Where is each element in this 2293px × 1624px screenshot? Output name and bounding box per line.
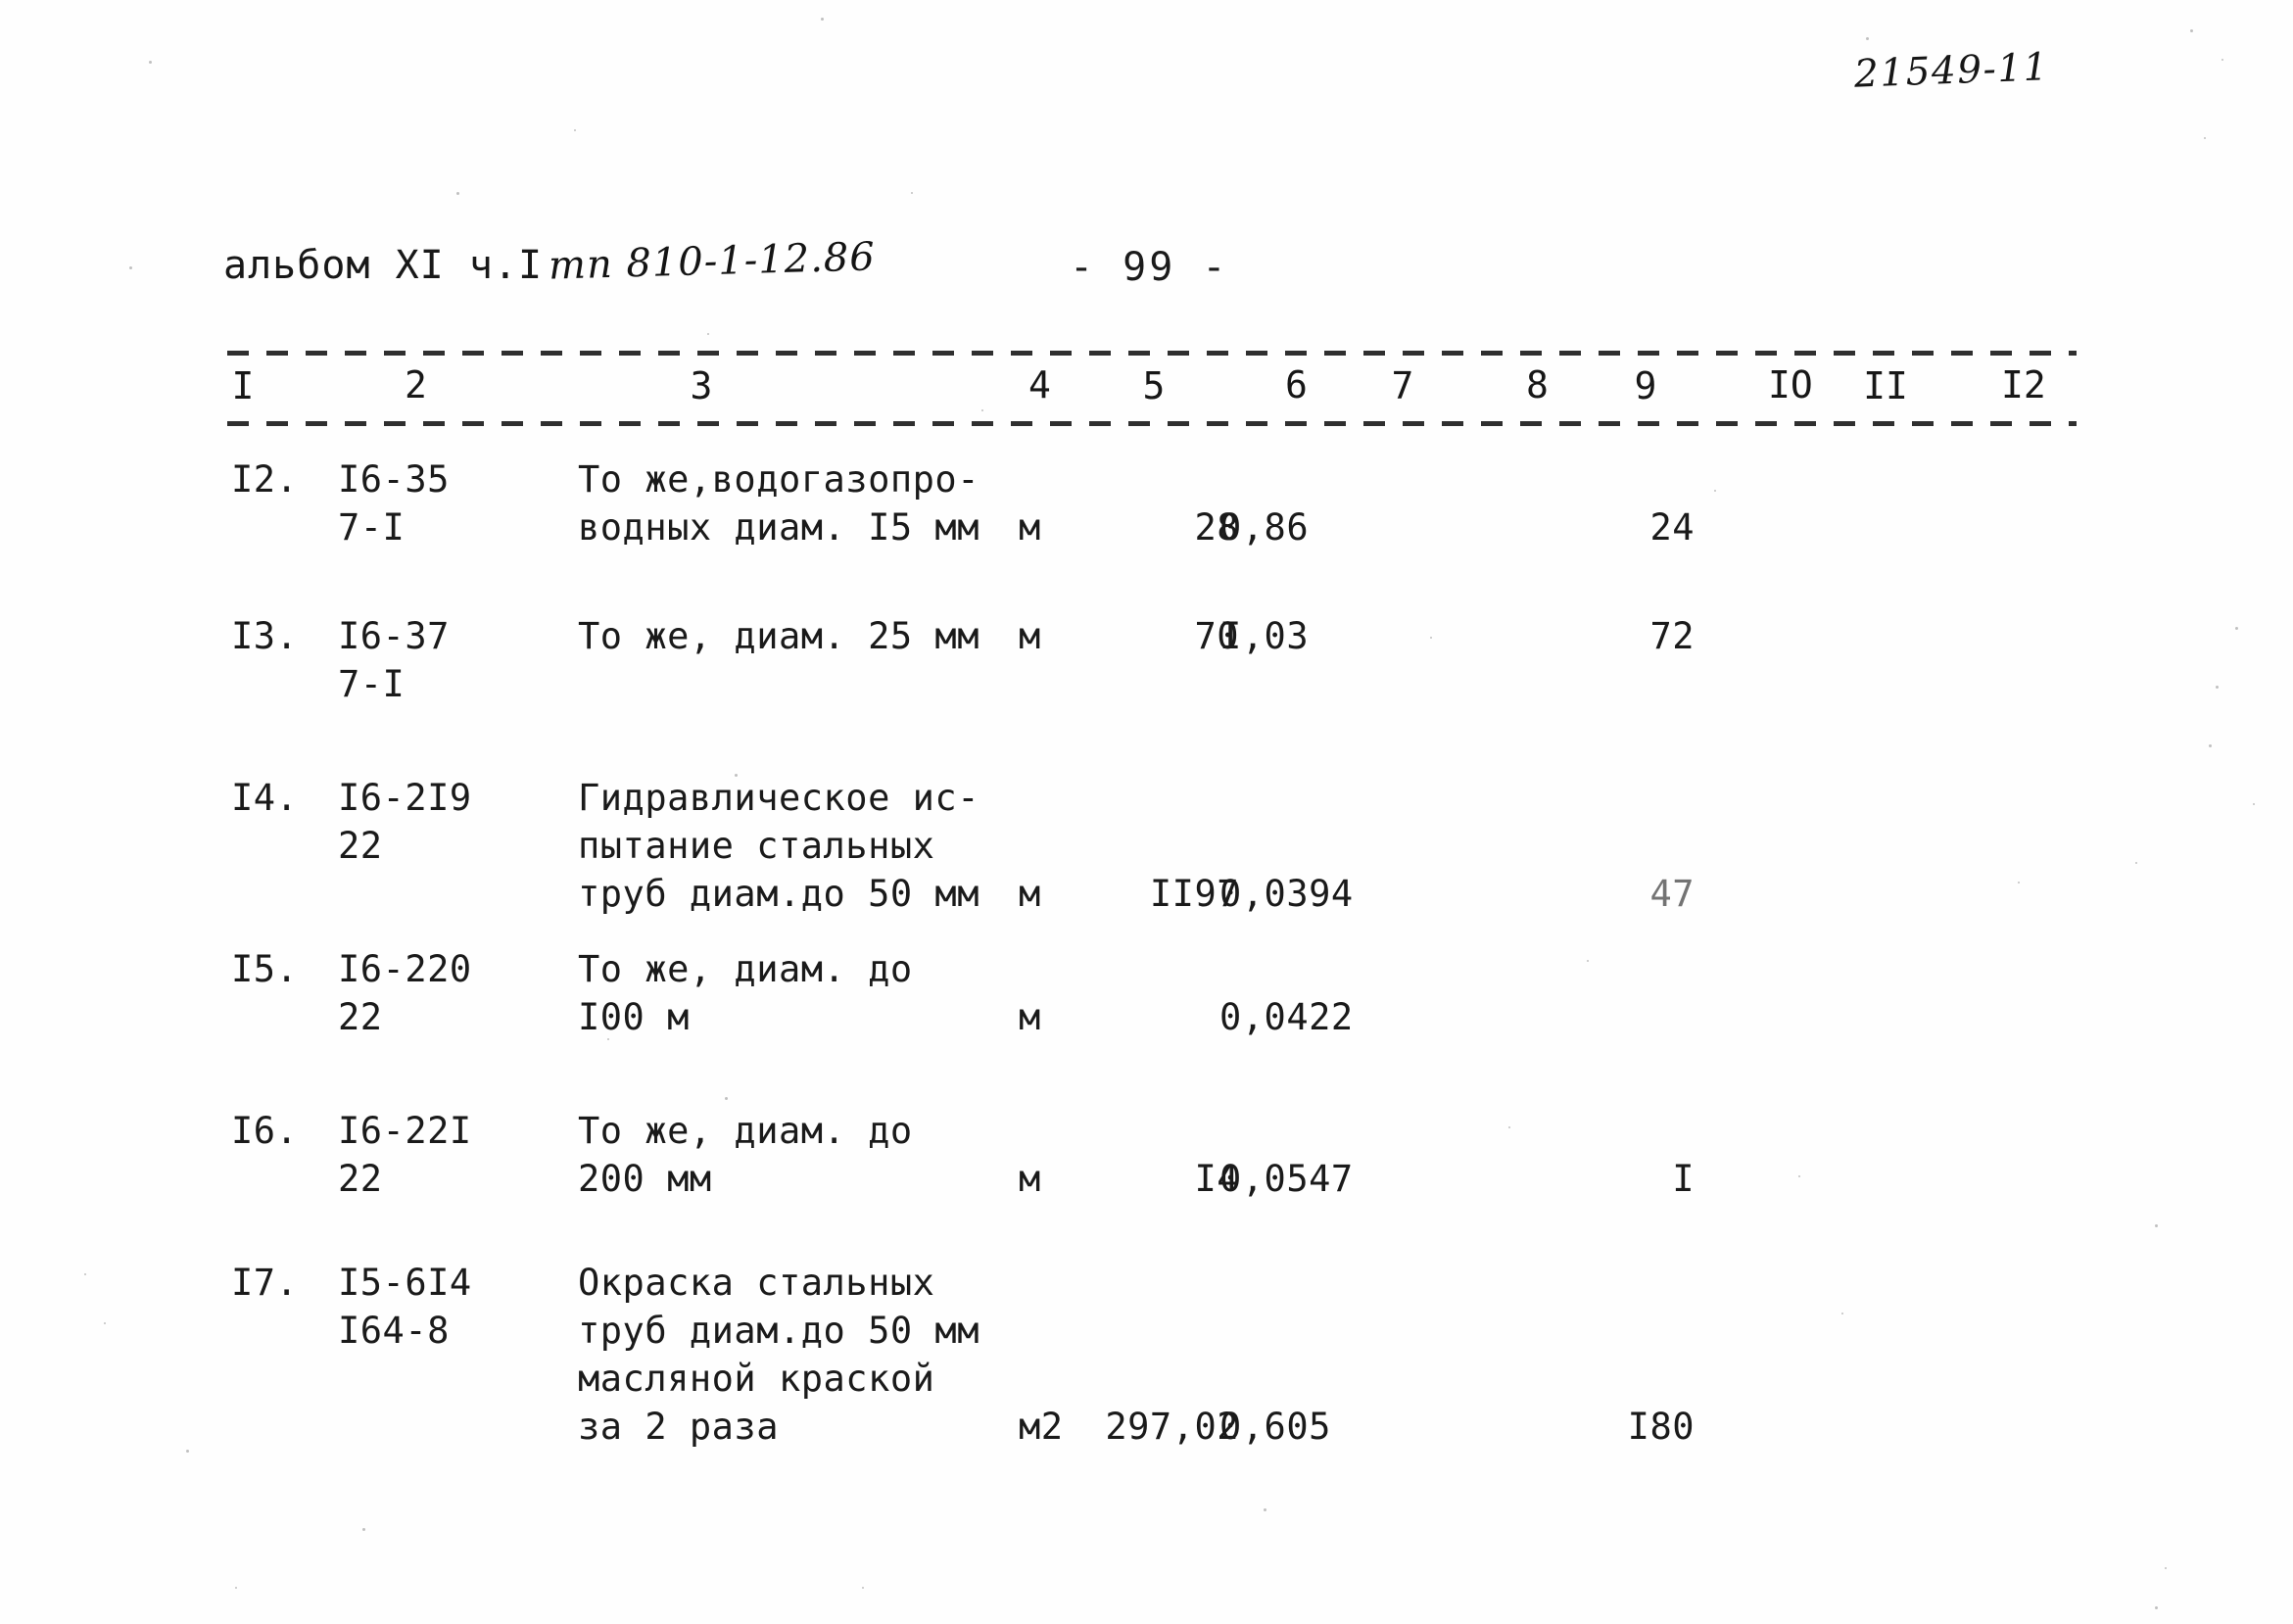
row-number: I2. (231, 458, 299, 501)
row-quantity: I4 (1194, 1158, 1239, 1200)
row-code-line-1: I6-22I (338, 1110, 472, 1152)
row-quantity: II97 (1149, 873, 1239, 915)
row-number: I7. (231, 1262, 299, 1304)
row-code-line-2: 22 (338, 825, 383, 867)
row-unit: м (1019, 996, 1041, 1038)
row-column-9-value: I (1672, 1158, 1695, 1200)
row-column-9-value: 24 (1649, 506, 1695, 549)
row-unit: м (1019, 873, 1041, 915)
row-unit: м (1019, 1158, 1041, 1200)
row-number: I6. (231, 1110, 299, 1152)
row-column-9-value: 47 (1649, 873, 1695, 915)
row-unit: м2 (1019, 1406, 1064, 1448)
row-description-line-3: масляной краской (578, 1358, 935, 1400)
row-description-line-2: 200 мм (578, 1158, 712, 1200)
row-unit-price: I,03 (1219, 615, 1310, 657)
row-column-9-value: I80 (1627, 1406, 1695, 1448)
row-unit-price: 0,605 (1219, 1406, 1331, 1448)
row-quantity: 70 (1194, 615, 1239, 657)
row-description-line-2: труб диам.до 50 мм (578, 1310, 979, 1352)
row-description-line-1: То же,водогазопро- (578, 458, 979, 501)
row-unit-price: 0,0394 (1219, 873, 1354, 915)
row-unit-price: 0,0422 (1219, 996, 1354, 1038)
row-code-line-1: I6-2I9 (338, 777, 472, 819)
row-code-line-1: I6-37 (338, 615, 450, 657)
row-description-line-2: I00 м (578, 996, 690, 1038)
row-unit: м (1019, 506, 1041, 549)
row-description-line-1: Окраска стальных (578, 1262, 935, 1304)
row-quantity: 297,02 (1105, 1406, 1239, 1448)
row-description-line-2: водных диам. I5 мм (578, 506, 979, 549)
row-code-line-2: 7-I (338, 663, 406, 705)
row-unit: м (1019, 615, 1041, 657)
row-quantity: 28 (1194, 506, 1239, 549)
row-description-line-1: Гидравлическое ис- (578, 777, 979, 819)
row-number: I3. (231, 615, 299, 657)
scanned-document-page: альбом XI ч.I тп 810-1-12.86 - 99 - 2154… (0, 0, 2293, 1624)
row-code-line-2: 7-I (338, 506, 406, 549)
row-number: I5. (231, 948, 299, 990)
row-description-line-1: То же, диам. 25 мм (578, 615, 979, 657)
row-description-line-2: пытание стальных (578, 825, 935, 867)
row-description-line-3: труб диам.до 50 мм (578, 873, 979, 915)
row-code-line-2: I64-8 (338, 1310, 450, 1352)
row-code-line-1: I6-35 (338, 458, 450, 501)
row-column-9-value: 72 (1649, 615, 1695, 657)
row-description-line-1: То же, диам. до (578, 948, 913, 990)
row-code-line-2: 22 (338, 1158, 383, 1200)
row-number: I4. (231, 777, 299, 819)
table-body: I2. I6-35 7-I То же,водогазопро-водных диам… (0, 0, 2293, 1624)
row-unit-price: 0,86 (1219, 506, 1310, 549)
row-code-line-2: 22 (338, 996, 383, 1038)
row-code-line-1: I6-220 (338, 948, 472, 990)
row-description-line-1: То же, диам. до (578, 1110, 913, 1152)
row-code-line-1: I5-6I4 (338, 1262, 472, 1304)
row-description-line-4: за 2 раза (578, 1406, 779, 1448)
row-unit-price: 0,0547 (1219, 1158, 1354, 1200)
